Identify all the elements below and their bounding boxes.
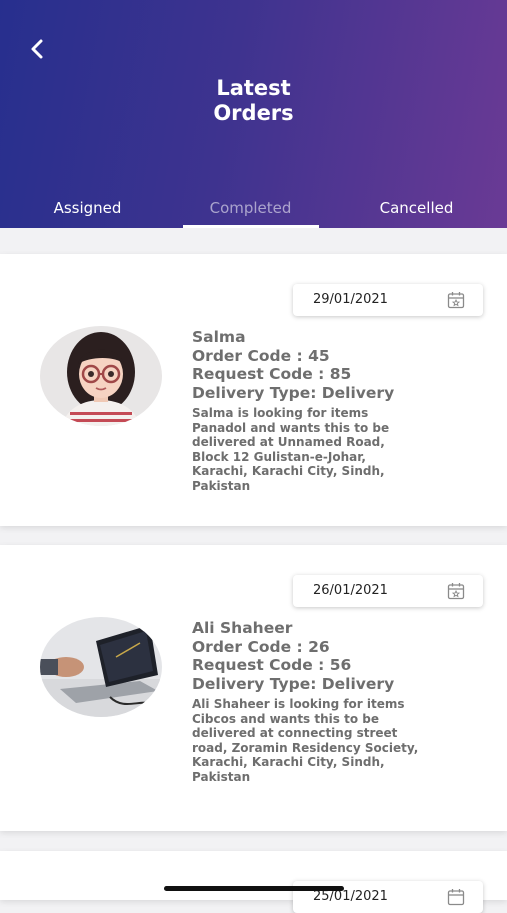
order-info: Ali Shaheer Order Code : 26 Request Code…	[192, 619, 432, 785]
order-description: Salma is looking for items Panadol and w…	[192, 406, 390, 493]
date-picker[interactable]: 26/01/2021	[293, 575, 483, 607]
request-code: Request Code : 85	[192, 365, 352, 383]
order-card[interactable]: 29/01/2021 Salma Order Code: 45 Request…	[0, 254, 507, 526]
home-indicator[interactable]	[164, 886, 344, 891]
delivery-type: Delivery Type: Delivery	[192, 674, 395, 693]
page-title-line1: Latest	[216, 76, 291, 100]
order-card[interactable]: 25/01/2021	[0, 851, 507, 913]
order-info: Salma Order Code : 45 Request Code : 85 …	[192, 328, 432, 494]
order-code: Order Code : 45	[192, 346, 330, 365]
request-code: Request Code : 56	[192, 656, 352, 674]
calendar-icon	[447, 889, 465, 906]
delivery-type: Delivery Type: Delivery	[192, 383, 395, 402]
chevron-left-icon	[31, 39, 43, 59]
order-card[interactable]: 26/01/2021 Ali Shaheer Order Code: 26 R…	[0, 545, 507, 831]
tab-indicator	[183, 225, 319, 228]
page-title-line2: Orders	[213, 101, 294, 125]
tab-assigned[interactable]: Assigned	[3, 192, 172, 228]
header: Latest Orders Assigned Completed Cancell…	[0, 0, 507, 228]
back-button[interactable]	[22, 34, 52, 64]
tab-cancelled[interactable]: Cancelled	[332, 192, 501, 228]
order-date: 26/01/2021	[313, 583, 388, 598]
customer-name: Ali Shaheer	[192, 619, 293, 637]
customer-name: Salma	[192, 328, 246, 346]
tab-bar: Assigned Completed Cancelled	[0, 192, 507, 228]
order-date: 29/01/2021	[313, 292, 388, 307]
tab-completed[interactable]: Completed	[166, 192, 335, 228]
order-description: Ali Shaheer is looking for items Cibcos …	[192, 697, 419, 784]
calendar-icon	[447, 292, 465, 309]
calendar-icon	[447, 583, 465, 600]
order-code: Order Code : 26	[192, 637, 330, 656]
avatar	[40, 617, 162, 717]
page-title: Latest Orders	[0, 76, 507, 126]
avatar	[40, 326, 162, 426]
date-picker[interactable]: 29/01/2021	[293, 284, 483, 316]
